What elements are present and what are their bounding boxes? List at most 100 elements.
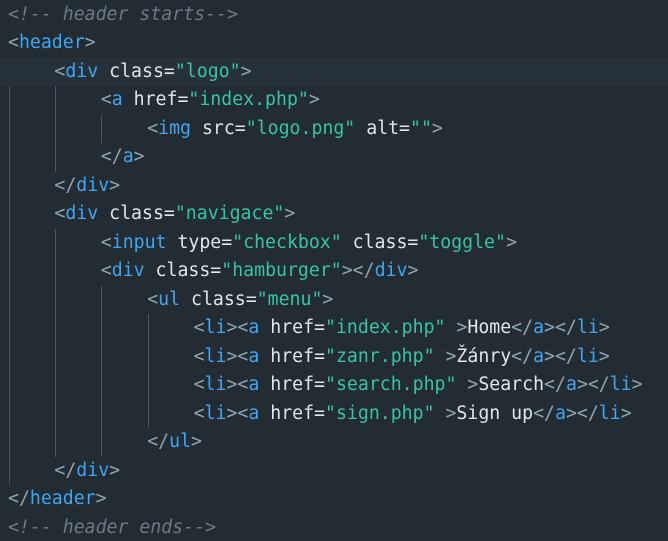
code-token-text: Home bbox=[467, 317, 512, 338]
code-token-punct: < bbox=[193, 317, 205, 338]
code-token-tag: div bbox=[111, 260, 145, 281]
code-token-punct: >< bbox=[226, 345, 249, 367]
code-token-punct: > bbox=[620, 402, 632, 424]
code-token-tag: header bbox=[29, 488, 96, 509]
code-token-tag: a bbox=[533, 345, 545, 367]
code-token-punct: > bbox=[284, 203, 296, 224]
code-line[interactable]: <li><a href="zanr.php" >Žánry</a></li> bbox=[0, 343, 668, 372]
code-token-tag: li bbox=[204, 317, 227, 338]
code-token-punct: > bbox=[84, 32, 96, 53]
code-token-text: Search bbox=[478, 374, 545, 395]
code-token-punct: < bbox=[193, 374, 205, 395]
code-token-punct: </ bbox=[100, 146, 123, 167]
code-token-punct: > bbox=[431, 117, 443, 139]
code-token-attr: alt= bbox=[355, 117, 410, 139]
code-token-tag: a bbox=[554, 402, 566, 424]
code-token-punct: </ bbox=[8, 488, 30, 509]
code-token-punct: >< bbox=[226, 374, 249, 395]
code-token-attr: class= bbox=[180, 288, 257, 310]
code-token-attr: href= bbox=[122, 89, 189, 110]
code-token-tag: ul bbox=[158, 288, 181, 310]
code-token-tag: li bbox=[609, 374, 632, 395]
code-token-punct: ></ bbox=[341, 260, 375, 281]
code-token-punct: > bbox=[308, 89, 320, 110]
code-token-attr: class= bbox=[144, 260, 222, 281]
code-token-punct: ></ bbox=[565, 402, 599, 424]
code-line[interactable]: <header> bbox=[0, 29, 668, 58]
code-token-punct: > bbox=[598, 317, 610, 338]
code-token-punct: > bbox=[322, 288, 334, 310]
code-line[interactable]: </ul> bbox=[0, 428, 668, 457]
code-token-punct: < bbox=[8, 32, 19, 53]
code-token-attr: class= bbox=[98, 203, 175, 224]
code-token-tag: a bbox=[533, 317, 545, 338]
code-line[interactable]: </a> bbox=[0, 143, 668, 172]
code-token-attr: href= bbox=[259, 402, 326, 424]
code-token-text: Sign up bbox=[456, 402, 534, 424]
code-line[interactable]: </div> bbox=[0, 172, 668, 201]
code-token-str: "logo.png" bbox=[245, 117, 356, 139]
code-token-punct: </ bbox=[511, 317, 534, 338]
code-token-tag: li bbox=[204, 402, 227, 424]
code-token-tag: a bbox=[248, 402, 260, 424]
code-line[interactable]: <div class="navigace"> bbox=[0, 200, 668, 229]
code-token-punct: > bbox=[434, 345, 457, 367]
code-line[interactable]: <li><a href="search.php" >Search</a></li… bbox=[0, 371, 668, 400]
code-line[interactable]: <input type="checkbox" class="toggle"> bbox=[0, 229, 668, 258]
code-line[interactable]: <!-- header starts--> bbox=[0, 1, 668, 30]
code-line[interactable]: </header> bbox=[0, 485, 668, 514]
code-token-cmt: <!-- header starts--> bbox=[8, 3, 238, 25]
code-token-attr: href= bbox=[259, 345, 326, 367]
code-token-str: "search.php" bbox=[325, 374, 457, 395]
code-line[interactable]: <!-- header ends--> bbox=[0, 514, 668, 541]
code-token-punct: < bbox=[193, 345, 205, 367]
code-token-str: "hamburger" bbox=[221, 260, 342, 281]
code-token-punct: > bbox=[434, 402, 457, 424]
code-token-tag: a bbox=[248, 317, 260, 338]
code-token-tag: div bbox=[65, 203, 99, 224]
code-token-punct: </ bbox=[54, 459, 77, 481]
code-token-punct: > bbox=[95, 488, 107, 509]
code-token-punct: ></ bbox=[544, 317, 577, 338]
code-token-punct: > bbox=[407, 260, 419, 281]
code-token-tag: li bbox=[204, 374, 227, 395]
code-token-tag: li bbox=[204, 345, 227, 367]
code-token-punct: > bbox=[133, 146, 145, 167]
code-token-tag: li bbox=[576, 317, 599, 338]
code-token-tag: header bbox=[18, 32, 85, 53]
code-token-punct: </ bbox=[147, 431, 170, 452]
code-editor[interactable]: <!-- header starts--> <header> <div class=… bbox=[0, 0, 668, 541]
code-line[interactable]: <div class="logo"> bbox=[0, 57, 668, 86]
code-token-tag: li bbox=[576, 345, 599, 367]
code-token-punct: > bbox=[505, 231, 517, 253]
code-token-str: "menu" bbox=[256, 288, 323, 310]
code-token-str: "navigace" bbox=[174, 203, 285, 224]
code-token-str: "index.php" bbox=[325, 317, 446, 338]
code-token-punct: < bbox=[100, 260, 112, 281]
code-token-punct: > bbox=[445, 317, 468, 338]
code-line[interactable]: <ul class="menu"> bbox=[0, 286, 668, 315]
code-token-punct: ></ bbox=[544, 345, 577, 367]
code-token-tag: div bbox=[374, 260, 408, 281]
code-line[interactable]: <div class="hamburger"></div> bbox=[0, 257, 668, 286]
code-token-punct: > bbox=[109, 174, 121, 196]
code-line[interactable]: <li><a href="sign.php" >Sign up</a></li> bbox=[0, 400, 668, 429]
code-token-tag: li bbox=[598, 402, 621, 424]
code-token-punct: ></ bbox=[576, 374, 610, 395]
code-token-punct: </ bbox=[544, 374, 566, 395]
code-token-punct: </ bbox=[533, 402, 555, 424]
code-token-text: Žánry bbox=[456, 345, 512, 367]
code-token-punct: < bbox=[100, 89, 112, 110]
code-token-punct: < bbox=[54, 203, 66, 224]
code-token-str: "index.php" bbox=[188, 89, 309, 110]
code-token-punct: > bbox=[598, 345, 610, 367]
code-line[interactable]: <img src="logo.png" alt=""> bbox=[0, 115, 668, 144]
code-token-punct: > bbox=[191, 431, 202, 452]
code-token-punct: < bbox=[193, 402, 205, 424]
code-line[interactable]: </div> bbox=[0, 457, 668, 486]
code-token-str: "checkbox" bbox=[232, 231, 342, 253]
code-line[interactable]: <li><a href="index.php" >Home</a></li> bbox=[0, 314, 668, 343]
code-line[interactable]: <a href="index.php"> bbox=[0, 86, 668, 115]
code-token-attr: href= bbox=[259, 374, 326, 395]
code-token-tag: a bbox=[248, 374, 260, 395]
